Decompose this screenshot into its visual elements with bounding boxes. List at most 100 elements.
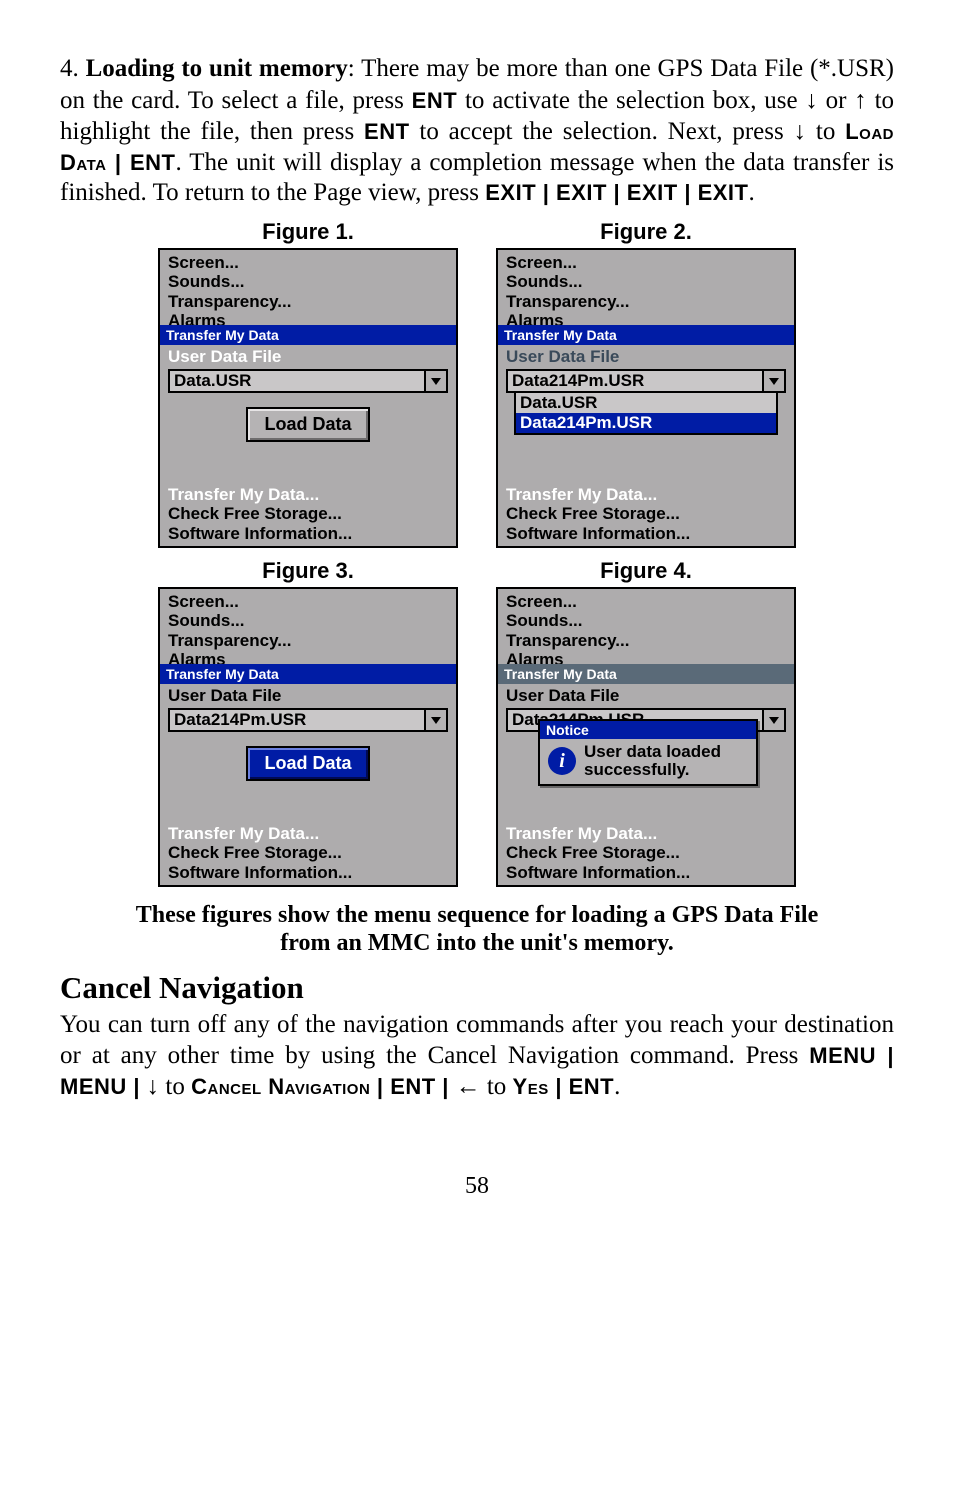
- menu-item-transfer: Transfer My Data...: [506, 485, 786, 505]
- file-combobox[interactable]: Data214Pm.USR: [168, 708, 448, 732]
- figure-1-label: Figure 1.: [262, 219, 354, 245]
- load-data-button[interactable]: Load Data: [246, 407, 369, 442]
- caption-line1: These figures show the menu sequence for…: [136, 902, 818, 928]
- arrow-down-icon: ↓: [794, 117, 807, 145]
- menu-item: Software Information...: [506, 863, 786, 883]
- arrow-up-icon: ↑: [854, 86, 867, 114]
- arrow-down-icon: ↓: [147, 1072, 160, 1100]
- arrow-left-icon: ←: [456, 1072, 481, 1100]
- key-menu: MENU: [60, 1074, 127, 1099]
- key-ent: ENT: [569, 1074, 615, 1099]
- key-ent: ENT: [412, 88, 458, 113]
- key-ent: ENT: [130, 150, 176, 175]
- figure-4-screen: Screen... Sounds... Transparency... Alar…: [496, 587, 796, 887]
- chevron-down-icon[interactable]: [762, 710, 784, 730]
- notice-title: Notice: [540, 721, 756, 739]
- menu-item: Screen...: [168, 253, 448, 273]
- user-data-file-label: User Data File: [160, 345, 456, 367]
- menu-item-transfer: Transfer My Data...: [506, 824, 786, 844]
- figure-4-label: Figure 4.: [600, 558, 692, 584]
- p1-t2: to activate the selection box, use: [457, 87, 805, 114]
- menu-item: Screen...: [506, 253, 786, 273]
- dialog-title: Transfer My Data: [498, 664, 794, 684]
- figure-2-label: Figure 2.: [600, 219, 692, 245]
- menu-item: Check Free Storage...: [168, 504, 448, 524]
- figure-grid: Figure 1. Screen... Sounds... Transparen…: [60, 219, 894, 887]
- exit-sequence: EXIT | EXIT | EXIT | EXIT: [485, 180, 748, 205]
- menu-item-transfer: Transfer My Data...: [168, 824, 448, 844]
- menu-item: Transparency...: [506, 292, 786, 312]
- menu-item: Sounds...: [506, 611, 786, 631]
- cancel-navigation-heading: Cancel Navigation: [60, 970, 894, 1006]
- arrow-down-icon: ↓: [805, 86, 818, 114]
- p1-t9: .: [748, 179, 754, 206]
- info-icon: i: [548, 747, 576, 775]
- figure-1-screen: Screen... Sounds... Transparency... Alar…: [158, 248, 458, 548]
- notice-dialog: Notice i User data loaded successfully.: [538, 719, 758, 786]
- menu-item: Sounds...: [506, 272, 786, 292]
- menu-item: Transparency...: [168, 631, 448, 651]
- menu-item: Check Free Storage...: [506, 504, 786, 524]
- menu-item-clipped: Alarms: [506, 311, 786, 325]
- yes-keyword: Yes: [513, 1074, 549, 1099]
- sep: |: [107, 150, 130, 175]
- list-item[interactable]: Data.USR: [516, 393, 776, 413]
- p1-t5: to accept the selection. Next, press: [410, 118, 794, 145]
- notice-line2: successfully.: [584, 760, 690, 779]
- p1-t8: . The unit will display a completion mes…: [60, 149, 894, 207]
- chevron-down-icon[interactable]: [424, 371, 446, 391]
- combobox-value: Data214Pm.USR: [508, 371, 762, 391]
- step-number: 4.: [60, 55, 86, 82]
- file-combobox[interactable]: Data.USR: [168, 369, 448, 393]
- chevron-down-icon[interactable]: [424, 710, 446, 730]
- list-item[interactable]: Data214Pm.USR: [516, 413, 776, 433]
- p1-t6: to: [806, 118, 845, 145]
- sep: |: [436, 1074, 456, 1099]
- figure-2-screen: Screen... Sounds... Transparency... Alar…: [496, 248, 796, 548]
- combobox-value: Data214Pm.USR: [170, 710, 424, 730]
- file-combobox[interactable]: Data214Pm.USR: [506, 369, 786, 393]
- menu-item: Screen...: [506, 592, 786, 612]
- p2-end: .: [614, 1073, 620, 1100]
- figure-3-label: Figure 3.: [262, 558, 354, 584]
- sep: |: [370, 1074, 390, 1099]
- menu-item: Software Information...: [168, 863, 448, 883]
- sep: |: [549, 1074, 569, 1099]
- notice-body: User data loaded successfully.: [584, 743, 721, 780]
- p2-t1: You can turn off any of the navigation c…: [60, 1011, 894, 1069]
- key-ent: ENT: [390, 1074, 436, 1099]
- notice-line1: User data loaded: [584, 742, 721, 761]
- menu-item-transfer: Transfer My Data...: [168, 485, 448, 505]
- combobox-value: Data.USR: [170, 371, 424, 391]
- menu-item: Software Information...: [168, 524, 448, 544]
- menu-item: Check Free Storage...: [168, 843, 448, 863]
- dialog-title: Transfer My Data: [498, 325, 794, 345]
- dialog-title: Transfer My Data: [160, 664, 456, 684]
- menu-item-clipped: Alarms: [168, 311, 448, 325]
- menu-item: Transparency...: [168, 292, 448, 312]
- loading-heading: Loading to unit memory: [86, 55, 348, 82]
- menu-item: Sounds...: [168, 272, 448, 292]
- user-data-file-label: User Data File: [160, 684, 456, 706]
- sep: |: [876, 1043, 894, 1068]
- menu-item-clipped: Alarms: [168, 650, 448, 664]
- file-dropdown-list[interactable]: Data.USR Data214Pm.USR: [514, 393, 778, 435]
- p1-t3: or: [818, 87, 854, 114]
- chevron-down-icon[interactable]: [762, 371, 784, 391]
- cancel-navigation-paragraph: You can turn off any of the navigation c…: [60, 1010, 894, 1103]
- menu-item: Transparency...: [506, 631, 786, 651]
- key-menu: MENU: [809, 1043, 876, 1068]
- cancel-navigation-keyword: Cancel Navigation: [191, 1074, 370, 1099]
- menu-item: Screen...: [168, 592, 448, 612]
- load-data-button[interactable]: Load Data: [246, 746, 369, 781]
- dialog-title: Transfer My Data: [160, 325, 456, 345]
- page-number: 58: [60, 1173, 894, 1200]
- p2-to1: to: [159, 1073, 191, 1100]
- menu-item: Sounds...: [168, 611, 448, 631]
- sep: |: [127, 1074, 147, 1099]
- menu-item-clipped: Alarms: [506, 650, 786, 664]
- figure-3-screen: Screen... Sounds... Transparency... Alar…: [158, 587, 458, 887]
- user-data-file-label: User Data File: [498, 345, 794, 367]
- loading-paragraph: 4. Loading to unit memory: There may be …: [60, 54, 894, 209]
- figure-caption: These figures show the menu sequence for…: [60, 901, 894, 959]
